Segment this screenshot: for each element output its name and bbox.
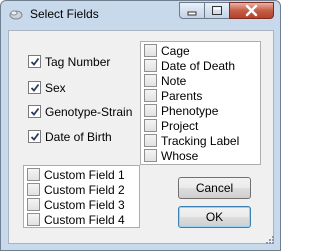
field-custom-1[interactable]: Custom Field 1 [27,167,125,182]
field-cage[interactable]: Cage [144,43,190,58]
field-label: Tag Number [45,54,111,69]
field-label: Note [161,73,187,88]
field-project[interactable]: Project [144,118,198,133]
title-bar[interactable]: Select Fields [1,1,280,27]
field-genotype-strain[interactable]: Genotype-Strain [28,104,132,119]
close-button[interactable] [229,2,274,19]
checkbox[interactable] [28,81,41,94]
checkbox[interactable] [144,59,157,72]
close-icon [245,4,258,17]
field-label: Tracking Label [161,133,240,148]
field-label: Custom Field 1 [44,167,125,182]
field-label: Custom Field 2 [44,182,125,197]
check-icon [30,132,40,141]
check-icon [30,83,40,92]
checkbox[interactable] [144,74,157,87]
field-label: Sex [45,80,66,95]
checkbox[interactable] [144,104,157,117]
field-label: Date of Birth [45,129,112,144]
checkbox[interactable] [27,183,40,196]
field-parents[interactable]: Parents [144,88,202,103]
field-whose[interactable]: Whose [144,148,198,163]
field-custom-2[interactable]: Custom Field 2 [27,182,125,197]
checkbox[interactable] [144,44,157,57]
field-custom-4[interactable]: Custom Field 4 [27,212,125,227]
field-custom-3[interactable]: Custom Field 3 [27,197,125,212]
field-label: Whose [161,148,199,163]
field-label: Date of Death [161,58,236,73]
checkbox[interactable] [28,105,41,118]
field-date-of-death[interactable]: Date of Death [144,58,235,73]
checkbox[interactable] [28,130,41,143]
maximize-button[interactable] [204,2,230,19]
checkbox[interactable] [27,213,40,226]
cancel-button[interactable]: Cancel [178,177,251,199]
app-icon [9,10,23,20]
field-tracking-label[interactable]: Tracking Label [144,133,239,148]
custom-fields-list[interactable]: Custom Field 1 Custom Field 2 Custom Fie… [23,165,140,228]
checkbox[interactable] [144,149,157,162]
maximize-icon [212,6,222,15]
checkbox[interactable] [28,55,41,68]
field-label: Cage [161,43,190,58]
available-fields-list[interactable]: Cage Date of Death Note Parents Phenotyp… [140,41,261,165]
check-icon [30,57,40,66]
field-label: Project [161,118,199,133]
select-fields-dialog: Select Fields Tag Number Sex Genotype-St… [0,0,281,251]
checkbox[interactable] [144,134,157,147]
field-date-of-birth[interactable]: Date of Birth [28,129,112,144]
check-icon [30,107,40,116]
resize-grip-icon[interactable] [265,235,275,245]
checkbox[interactable] [144,89,157,102]
checkbox[interactable] [144,119,157,132]
ok-button[interactable]: OK [178,206,251,228]
window-title: Select Fields [30,7,99,21]
minimize-button[interactable] [179,2,205,19]
field-label: Custom Field 3 [44,197,125,212]
field-label: Genotype-Strain [45,104,133,119]
field-phenotype[interactable]: Phenotype [144,103,218,118]
minimize-icon [187,11,197,16]
field-sex[interactable]: Sex [28,80,66,95]
field-label: Parents [161,88,203,103]
checkbox[interactable] [27,168,40,181]
field-note[interactable]: Note [144,73,186,88]
checkbox[interactable] [27,198,40,211]
field-label: Phenotype [161,103,219,118]
field-label: Custom Field 4 [44,212,125,227]
field-tag-number[interactable]: Tag Number [28,54,110,69]
